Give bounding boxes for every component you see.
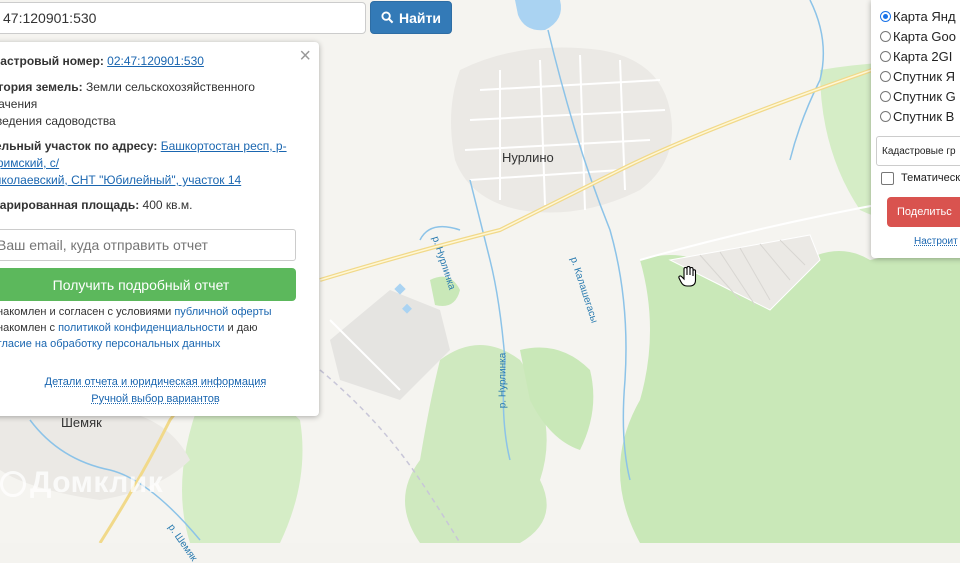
area-row: кларированная площадь: 400 кв.м. bbox=[0, 197, 301, 214]
land-category-value-line2: значения bbox=[0, 97, 38, 111]
address-link-line2[interactable]: Уфимский, с/ bbox=[0, 156, 59, 170]
cadastral-number-row: адастровый номер: 02:47:120901:530 bbox=[0, 53, 301, 70]
search-icon bbox=[381, 11, 394, 24]
address-row: мельный участок по адресу: Башкортостан … bbox=[0, 138, 301, 189]
layer-option-label: Спутник В bbox=[893, 109, 955, 124]
cadastral-number-label: адастровый номер: bbox=[0, 54, 104, 68]
terms-line1: ознакомлен и согласен с условиями bbox=[0, 306, 175, 318]
public-offer-link[interactable]: публичной оферты bbox=[174, 306, 271, 318]
layer-option[interactable]: Карта Янд bbox=[880, 9, 956, 24]
hand-cursor-icon bbox=[678, 266, 697, 287]
radio-icon[interactable] bbox=[880, 71, 891, 82]
search-input[interactable] bbox=[0, 2, 366, 34]
email-field[interactable] bbox=[0, 229, 296, 261]
land-category-row: тегория земель: Земли сельскохозяйственн… bbox=[0, 79, 301, 130]
terms-line2: ознакомлен с bbox=[0, 322, 56, 334]
settings-link[interactable]: Настроит bbox=[914, 236, 958, 247]
land-use-value: я ведения садоводства bbox=[0, 114, 116, 128]
search-button[interactable]: Найти bbox=[370, 1, 452, 34]
watermark-text: Домклик bbox=[30, 466, 164, 499]
manual-selection-link[interactable]: Ручной выбор вариантов bbox=[0, 393, 319, 405]
place-label-shemyak: Шемяк bbox=[61, 415, 102, 430]
radio-icon[interactable] bbox=[880, 111, 891, 122]
terms-text: ознакомлен и согласен с условиями публич… bbox=[0, 304, 301, 352]
river-label: р. Нурлинка bbox=[497, 352, 509, 409]
land-category-label: тегория земель: bbox=[0, 80, 83, 94]
address-label: мельный участок по адресу: bbox=[0, 139, 158, 153]
radio-icon[interactable] bbox=[880, 91, 891, 102]
layer-option[interactable]: Спутник Я bbox=[880, 69, 955, 84]
map-layers-panel: Карта Янд Карта Goo Карта 2GI Спутник Я … bbox=[871, 0, 960, 258]
get-report-button[interactable]: Получить подробный отчет bbox=[0, 268, 296, 301]
layer-option-label: Спутник G bbox=[893, 89, 956, 104]
address-link-line3[interactable]: Николаевский, СНТ "Юбилейный", участок 1… bbox=[0, 173, 241, 187]
radio-icon[interactable] bbox=[880, 51, 891, 62]
place-label-nurlino: Нурлино bbox=[502, 150, 554, 165]
radio-icon[interactable] bbox=[880, 11, 891, 22]
layer-option[interactable]: Карта 2GI bbox=[880, 49, 952, 64]
area-value: 400 кв.м. bbox=[139, 198, 193, 212]
share-button[interactable]: Поделитьс bbox=[887, 197, 960, 227]
cadastral-number-link[interactable]: 02:47:120901:530 bbox=[107, 54, 204, 68]
thematic-checkbox[interactable] bbox=[881, 172, 894, 185]
terms-line2-end: и даю bbox=[224, 322, 258, 334]
layer-option[interactable]: Спутник G bbox=[880, 89, 956, 104]
layer-option-label: Спутник Я bbox=[893, 69, 956, 84]
data-processing-consent-link[interactable]: согласие на обработку персональных данны… bbox=[0, 338, 220, 350]
search-button-label: Найти bbox=[399, 9, 441, 26]
layer-option-label: Карта 2GI bbox=[893, 49, 953, 64]
land-category-value: Земли сельскохозяйственного bbox=[82, 80, 255, 94]
close-icon[interactable]: × bbox=[299, 46, 311, 66]
area-label: кларированная площадь: bbox=[0, 198, 140, 212]
radio-icon[interactable] bbox=[880, 31, 891, 42]
watermark: Домклик bbox=[0, 466, 163, 500]
watermark-logo-icon bbox=[0, 471, 26, 498]
address-link[interactable]: Башкортостан респ, р- bbox=[161, 139, 287, 153]
thematic-label: Тематическ bbox=[901, 172, 960, 184]
report-details-link[interactable]: Детали отчета и юридическая информация bbox=[0, 376, 319, 388]
cadastral-layer-select[interactable]: Кадастровые гр bbox=[876, 136, 960, 166]
settlement-area bbox=[451, 47, 672, 213]
layer-option[interactable]: Карта Goo bbox=[880, 29, 956, 44]
layer-option-label: Карта Goo bbox=[893, 29, 956, 44]
privacy-policy-link[interactable]: политикой конфиденциальности bbox=[58, 322, 224, 334]
parcel-info-panel: × адастровый номер: 02:47:120901:530 тег… bbox=[0, 42, 319, 416]
layer-option-label: Карта Янд bbox=[893, 9, 956, 24]
layer-option[interactable]: Спутник В bbox=[880, 109, 954, 124]
